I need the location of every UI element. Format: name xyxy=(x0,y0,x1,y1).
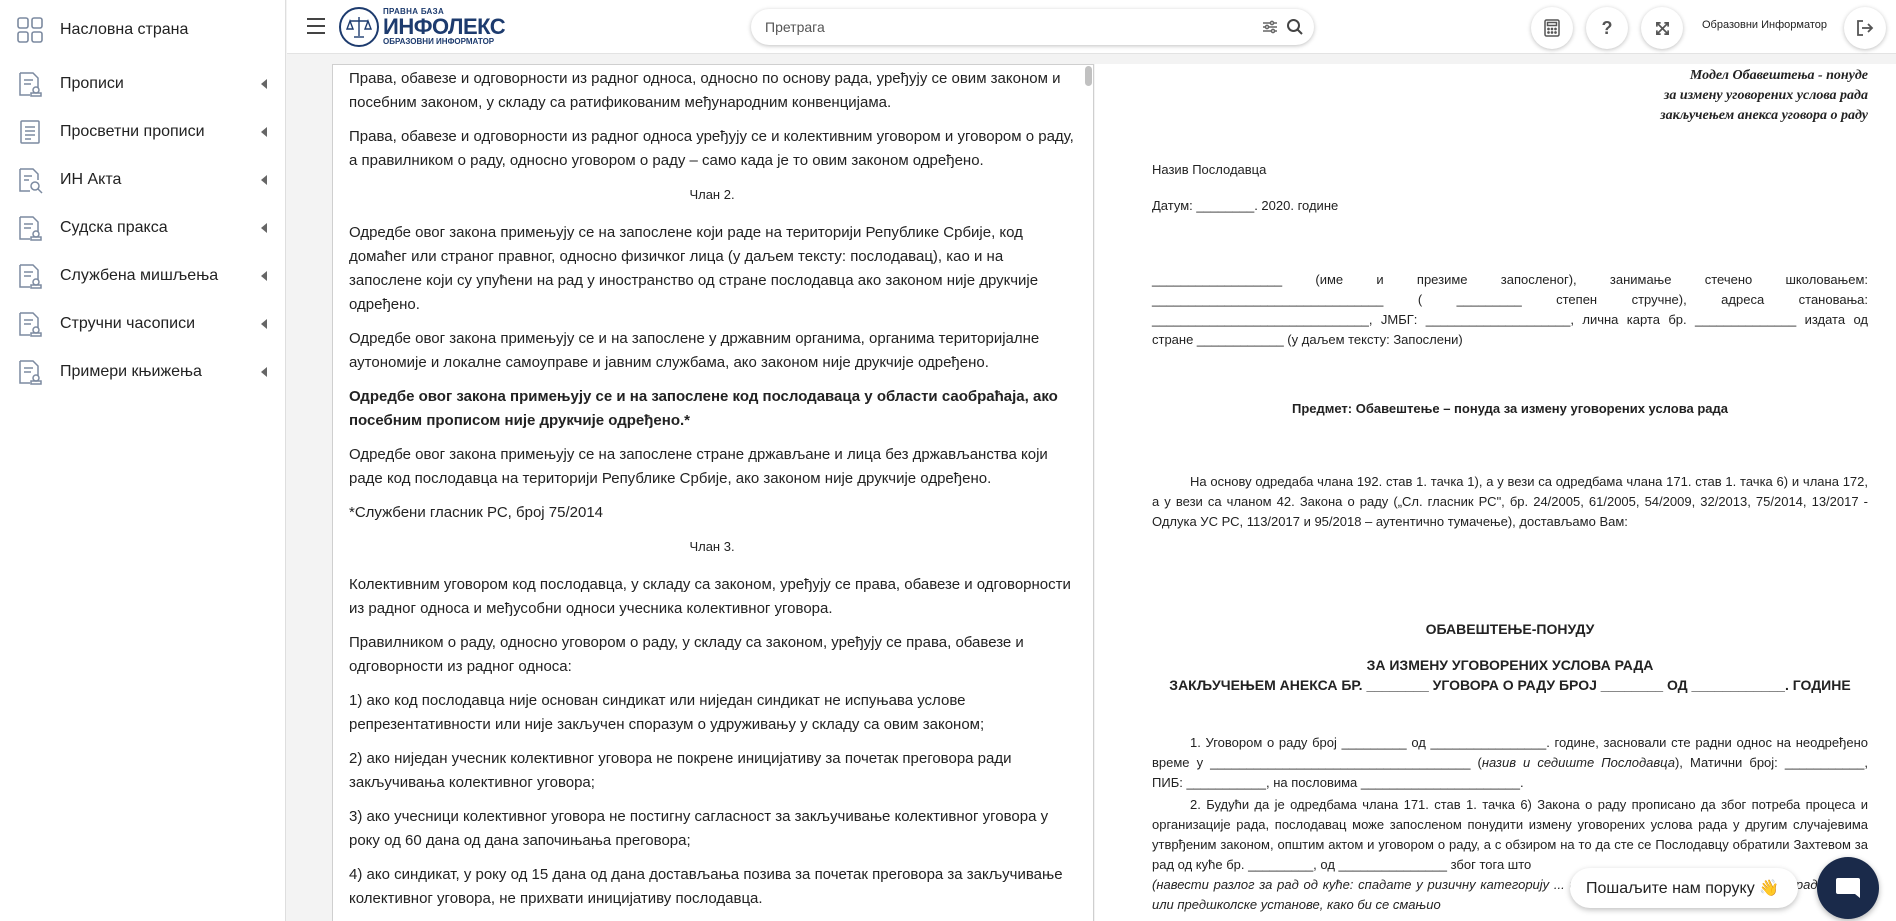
document-stamp-icon xyxy=(16,262,44,290)
sidebar-item-label: Примери књижења xyxy=(60,363,202,380)
logo-sub-text: ОБРАЗОВНИ ИНФОРМАТОР xyxy=(383,37,495,46)
document-stamp-icon xyxy=(16,70,44,98)
dashboard-grid-icon xyxy=(16,16,44,44)
search-input[interactable] xyxy=(765,19,1245,35)
sidebar-item-in-akta[interactable]: ИН Акта xyxy=(0,156,285,204)
sidebar-item-strucni-casopisi[interactable]: Стручни часописи xyxy=(0,300,285,348)
sidebar-item-label: Судска пракса xyxy=(60,219,168,236)
calculator-button[interactable] xyxy=(1531,7,1573,49)
chevron-left-icon xyxy=(261,127,267,137)
date-line: Датум: ________. 2020. године xyxy=(1152,198,1339,213)
sidebar-item-label: Прописи xyxy=(60,75,124,92)
employer-name: Назив Послодавца xyxy=(1152,162,1267,177)
document-stamp-icon xyxy=(16,310,44,338)
logo-brand-text: ИНФОЛЕКС xyxy=(383,14,506,39)
filter-sliders-icon[interactable] xyxy=(1262,19,1278,35)
top-bar: ПРАВНА БАЗА ИНФОЛЕКС ОБРАЗОВНИ ИНФОРМАТО… xyxy=(287,0,1896,54)
document-stamp-icon xyxy=(16,214,44,242)
law-paragraph: Одредбе овог закона примењују се на запо… xyxy=(349,224,1039,313)
item-1: 1. Уговором о раду број _________ од ___… xyxy=(1152,735,1868,790)
scales-of-justice-icon xyxy=(339,7,379,47)
law-paragraph: Права, обавезе и одговорности из радног … xyxy=(349,70,1061,111)
sidebar-item-propisi[interactable]: Прописи xyxy=(0,60,285,108)
sidebar-item-label: Службена мишљења xyxy=(60,267,219,284)
intro-paragraph: На основу одредаба члана 192. став 1. та… xyxy=(1152,474,1868,529)
sidebar-item-label: Насловна страна xyxy=(60,21,189,38)
search-bar xyxy=(751,9,1314,45)
article-heading: Члан 2. xyxy=(689,187,735,202)
chevron-left-icon xyxy=(261,367,267,377)
chevron-left-icon xyxy=(261,79,267,89)
law-paragraph: 4) ако синдикат, у року од 15 дана од да… xyxy=(349,866,1063,907)
annex-heading: ЗАКЉУЧЕЊЕМ АНЕКСА БР. ________ УГОВОРА О… xyxy=(1169,677,1851,693)
help-icon: ? xyxy=(1601,17,1613,38)
law-paragraph: Одредбе овог закона примењују се на запо… xyxy=(349,446,1048,487)
sidebar-item-label: Стручни часописи xyxy=(60,315,196,332)
chevron-left-icon xyxy=(261,271,267,281)
item-2: 2. Будући да је одредбама члана 171. ста… xyxy=(1152,797,1868,872)
law-text-panel[interactable]: Права, обавезе и одговорности из радног … xyxy=(332,64,1094,921)
document-list-icon xyxy=(16,118,44,146)
law-paragraph: Колективним уговором код послодавца, у с… xyxy=(349,576,1071,617)
chevron-left-icon xyxy=(261,175,267,185)
notice-heading: ОБАВЕШТЕЊЕ-ПОНУДУ xyxy=(1425,621,1595,637)
subject-line: Предмет: Обавештење – понуда за измену у… xyxy=(1291,401,1729,416)
chat-button[interactable] xyxy=(1817,857,1879,919)
law-paragraph: 1) ако код послодавца није основан синди… xyxy=(349,692,985,733)
logout-button[interactable] xyxy=(1844,7,1886,49)
chat-prompt[interactable]: Пошаљите нам поруку 👋 xyxy=(1570,868,1798,908)
sidebar-item-label: Просветни прописи xyxy=(60,123,205,140)
sidebar-item-primeri-knjizenja[interactable]: Примери књижења xyxy=(0,348,285,396)
chat-bubble-icon xyxy=(1836,878,1860,898)
sidebar-item-prosvetni-propisi[interactable]: Просветни прописи xyxy=(0,108,285,156)
search-icon[interactable] xyxy=(1286,18,1304,36)
law-paragraph: Одредбе овог закона примењују се и на за… xyxy=(349,388,1058,429)
sidebar-item-label: ИН Акта xyxy=(60,171,122,188)
law-paragraph: 2) ако ниједан учесник колективног угово… xyxy=(349,750,1012,791)
calculator-icon xyxy=(1544,19,1560,37)
sidebar: Насловна страна Прописи Просветни пропис… xyxy=(0,0,286,921)
law-text-scrollbar[interactable] xyxy=(1085,66,1092,86)
fullscreen-button[interactable] xyxy=(1641,7,1683,49)
expand-arrows-icon xyxy=(1655,21,1669,35)
menu-toggle-icon[interactable] xyxy=(307,18,325,34)
document-model-title: Модел Обавештења - понуде за измену угов… xyxy=(1660,68,1868,123)
user-account-label[interactable]: Образовни Информатор xyxy=(1702,19,1827,31)
help-button[interactable]: ? xyxy=(1586,7,1628,49)
sidebar-item-sluzbena-misljenja[interactable]: Службена мишљења xyxy=(0,252,285,300)
infoleks-logo[interactable]: ПРАВНА БАЗА ИНФОЛЕКС ОБРАЗОВНИ ИНФОРМАТО… xyxy=(339,6,506,48)
law-paragraph: Одредбе овог закона примењују се и на за… xyxy=(349,330,1040,371)
chevron-left-icon xyxy=(261,223,267,233)
document-search-icon xyxy=(16,166,44,194)
sidebar-item-home[interactable]: Насловна страна xyxy=(0,0,285,60)
law-paragraph: Правилником о раду, односно уговором о р… xyxy=(349,634,1024,675)
law-paragraph: 3) ако учесници колективног уговора не п… xyxy=(349,808,1049,849)
employee-info: __________________ (име и презиме запосл… xyxy=(1152,272,1868,347)
notice-subheading: ЗА ИЗМЕНУ УГОВОРЕНИХ УСЛОВА РАДА xyxy=(1366,657,1654,673)
law-text-content: Права, обавезе и одговорности из радног … xyxy=(333,65,1093,911)
model-document-panel[interactable]: Модел Обавештења - понуде за измену угов… xyxy=(1095,64,1896,921)
chevron-left-icon xyxy=(261,319,267,329)
document-stamp-icon xyxy=(16,358,44,386)
law-paragraph: Права, обавезе и одговорности из радног … xyxy=(349,128,1074,169)
sidebar-item-sudska-praksa[interactable]: Судска пракса xyxy=(0,204,285,252)
logout-icon xyxy=(1857,20,1874,36)
law-paragraph: *Службени гласник РС, број 75/2014 xyxy=(349,504,604,521)
article-heading: Члан 3. xyxy=(689,539,735,554)
